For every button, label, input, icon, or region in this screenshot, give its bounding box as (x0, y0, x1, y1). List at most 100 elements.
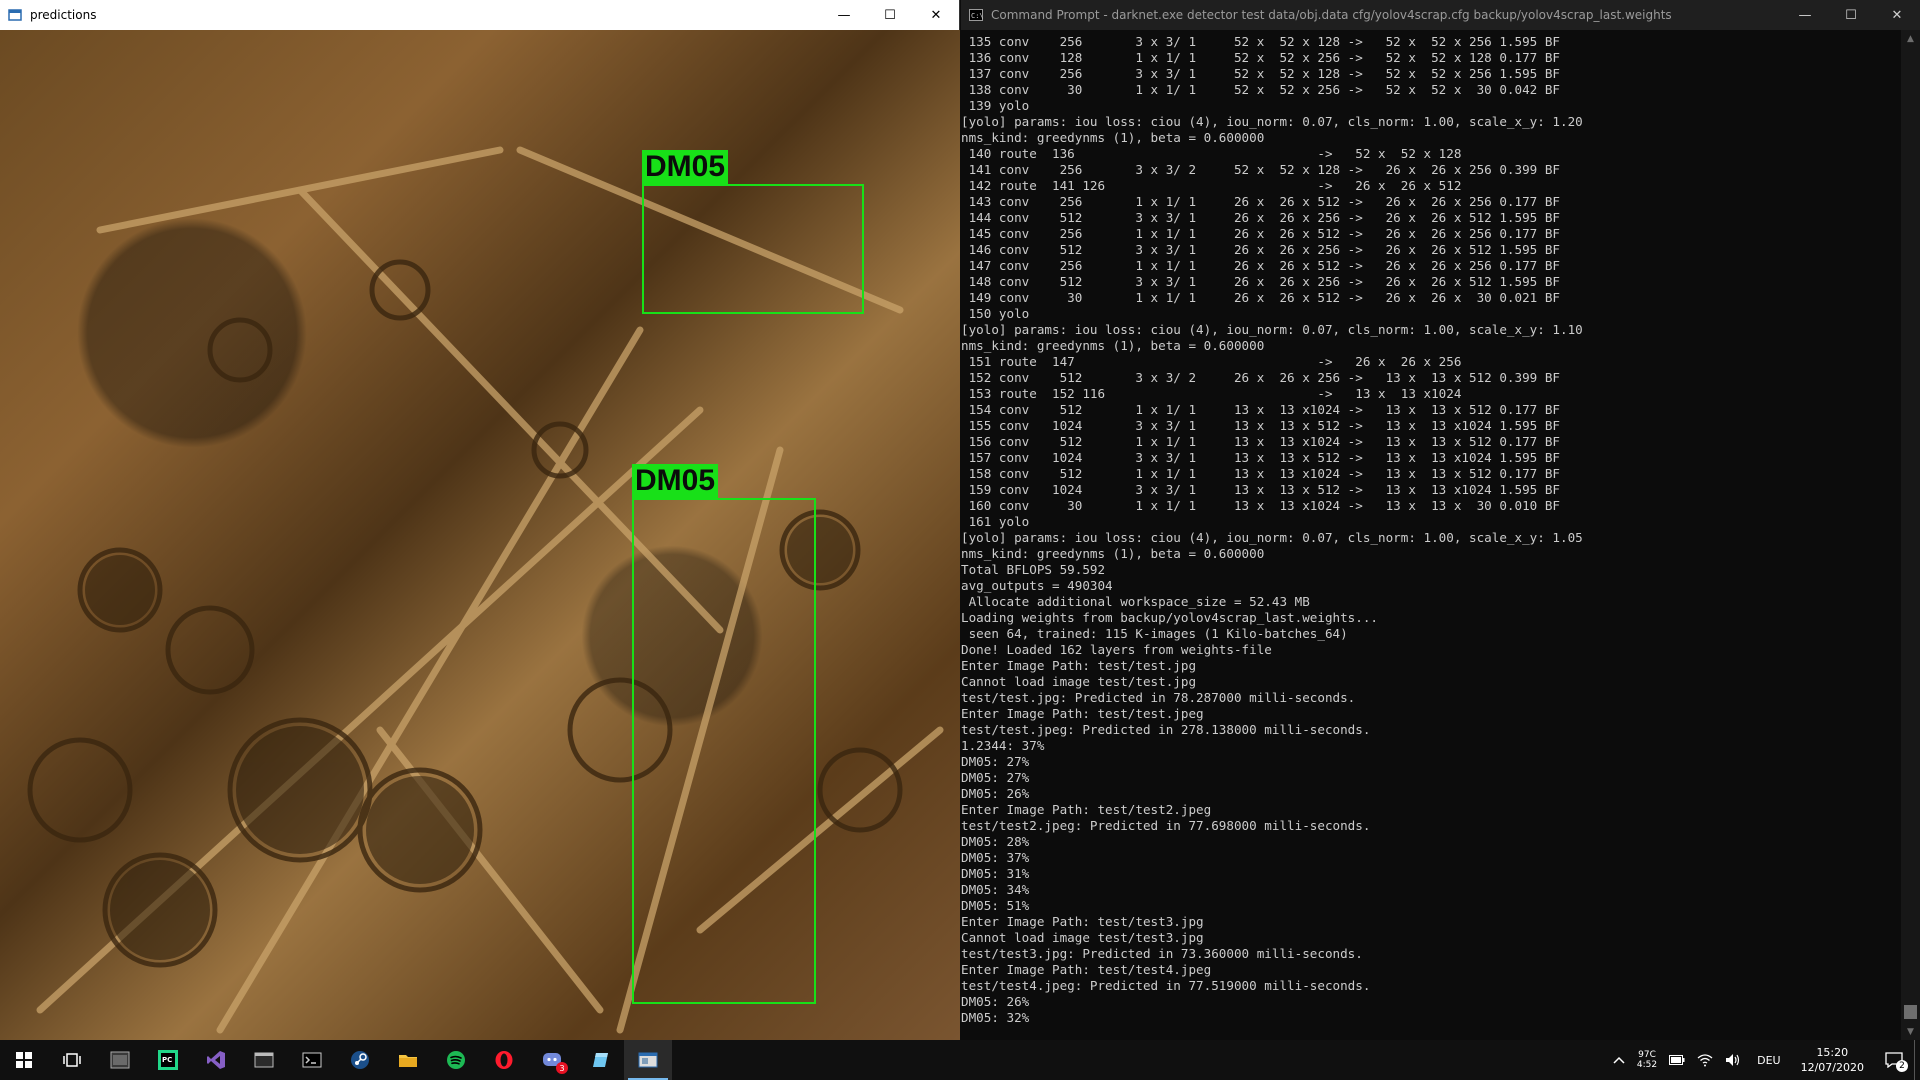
predictions-window-icon[interactable] (624, 1040, 672, 1080)
console-line: Enter Image Path: test/test3.jpg (961, 914, 1204, 929)
console-line: Enter Image Path: test/test.jpg (961, 658, 1197, 673)
console-line: DM05: 26% (961, 786, 1030, 801)
console-line: DM05: 37% (961, 850, 1030, 865)
console-line: [yolo] params: iou loss: ciou (4), iou_n… (961, 114, 1583, 129)
console-line: 1.2344: 37% (961, 738, 1045, 753)
detection-box (642, 184, 864, 314)
task-view-icon[interactable] (48, 1040, 96, 1080)
console-line: seen 64, trained: 115 K-images (1 Kilo-b… (961, 626, 1348, 641)
console-line: DM05: 32% (961, 1010, 1030, 1025)
language-indicator[interactable]: DEU (1747, 1040, 1790, 1080)
console-line: nms_kind: greedynms (1), beta = 0.600000 (961, 546, 1265, 561)
console-line: DM05: 26% (961, 994, 1030, 1009)
console-line: nms_kind: greedynms (1), beta = 0.600000 (961, 130, 1265, 145)
volume-icon[interactable] (1719, 1040, 1747, 1080)
terminal-icon[interactable] (288, 1040, 336, 1080)
console-line: 139 yolo (961, 98, 1030, 113)
scroll-down-arrow-icon[interactable]: ▼ (1901, 1023, 1920, 1040)
console-line: 161 yolo (961, 514, 1030, 529)
console-line: [yolo] params: iou loss: ciou (4), iou_n… (961, 530, 1583, 545)
notification-center-icon[interactable]: 2 (1874, 1040, 1914, 1080)
console-line: test/test3.jpg: Predicted in 73.360000 m… (961, 946, 1363, 961)
battery-icon[interactable] (1663, 1040, 1691, 1080)
detection-label: DM05 (632, 464, 719, 498)
cpu-temp-bottom: 4:52 (1636, 1060, 1658, 1070)
console-line: [yolo] params: iou loss: ciou (4), iou_n… (961, 322, 1583, 337)
file-explorer-icon[interactable] (384, 1040, 432, 1080)
console-line: DM05: 27% (961, 754, 1030, 769)
clock-date: 12/07/2020 (1800, 1061, 1864, 1074)
console-line: 135 conv 256 3 x 3/ 1 52 x 52 x 128 -> 5… (961, 34, 1560, 49)
visual-studio-icon[interactable] (192, 1040, 240, 1080)
console-line: test/test.jpg: Predicted in 78.287000 mi… (961, 690, 1356, 705)
console-line: DM05: 31% (961, 866, 1030, 881)
network-icon[interactable] (1691, 1040, 1719, 1080)
clock[interactable]: 15:20 12/07/2020 (1791, 1045, 1874, 1075)
close-button[interactable]: ✕ (913, 0, 959, 30)
command-prompt-window[interactable]: C:\ Command Prompt - darknet.exe detecto… (961, 0, 1920, 1040)
console-line: 148 conv 512 3 x 3/ 1 26 x 26 x 256 -> 2… (961, 274, 1560, 289)
console-line: 150 yolo (961, 306, 1030, 321)
console-line: 136 conv 128 1 x 1/ 1 52 x 52 x 256 -> 5… (961, 50, 1560, 65)
predictions-window[interactable]: predictions — ☐ ✕ DM05 DM05 (0, 0, 960, 1040)
console-icon: C:\ (969, 9, 983, 21)
minimize-button[interactable]: — (821, 0, 867, 30)
console-line: 145 conv 256 1 x 1/ 1 26 x 26 x 512 -> 2… (961, 226, 1560, 241)
console-line: 144 conv 512 3 x 3/ 1 26 x 26 x 256 -> 2… (961, 210, 1560, 225)
opera-icon[interactable] (480, 1040, 528, 1080)
minimize-button[interactable]: — (1782, 0, 1828, 30)
console-line: DM05: 27% (961, 770, 1030, 785)
console-line: 151 route 147 -> 26 x 26 x 256 (961, 354, 1462, 369)
show-desktop-button[interactable] (1914, 1040, 1920, 1080)
cpu-temp-top: 97C (1638, 1050, 1656, 1060)
console-line: Cannot load image test/test.jpg (961, 674, 1197, 689)
cpu-monitor[interactable]: 97C 4:52 (1631, 1040, 1663, 1080)
console-line: Cannot load image test/test3.jpg (961, 930, 1204, 945)
console-line: 158 conv 512 1 x 1/ 1 13 x 13 x1024 -> 1… (961, 466, 1560, 481)
console-line: Loading weights from backup/yolov4scrap_… (961, 610, 1379, 625)
scrollbar[interactable]: ▲ ▼ (1901, 30, 1920, 1040)
prediction-image: DM05 DM05 (0, 30, 960, 1040)
console-line: 155 conv 1024 3 x 3/ 1 13 x 13 x 512 -> … (961, 418, 1560, 433)
console-line: Done! Loaded 162 layers from weights-fil… (961, 642, 1272, 657)
maximize-button[interactable]: ☐ (1828, 0, 1874, 30)
notes-icon[interactable] (576, 1040, 624, 1080)
predictions-titlebar[interactable]: predictions — ☐ ✕ (0, 0, 959, 30)
console-line: 149 conv 30 1 x 1/ 1 26 x 26 x 512 -> 26… (961, 290, 1560, 305)
scrap-metal-texture (27, 146, 944, 1034)
detection-label: DM05 (642, 150, 729, 184)
spotify-icon[interactable] (432, 1040, 480, 1080)
pycharm-icon[interactable]: PC (144, 1040, 192, 1080)
explorer-window-icon[interactable] (240, 1040, 288, 1080)
console-output[interactable]: 135 conv 256 3 x 3/ 1 52 x 52 x 128 -> 5… (961, 30, 1901, 1040)
console-line: 137 conv 256 3 x 3/ 1 52 x 52 x 128 -> 5… (961, 66, 1560, 81)
close-button[interactable]: ✕ (1874, 0, 1920, 30)
window-title: Command Prompt - darknet.exe detector te… (991, 8, 1672, 22)
console-line: nms_kind: greedynms (1), beta = 0.600000 (961, 338, 1265, 353)
console-line: 152 conv 512 3 x 3/ 2 26 x 26 x 256 -> 1… (961, 370, 1560, 385)
discord-icon[interactable]: 3 (528, 1040, 576, 1080)
console-line: Allocate additional workspace_size = 52.… (961, 594, 1310, 609)
maximize-button[interactable]: ☐ (867, 0, 913, 30)
console-line: DM05: 51% (961, 898, 1030, 913)
clock-time: 15:20 (1816, 1046, 1849, 1059)
svg-text:C:\: C:\ (971, 12, 983, 20)
command-prompt-titlebar[interactable]: C:\ Command Prompt - darknet.exe detecto… (961, 0, 1920, 30)
console-line: DM05: 28% (961, 834, 1030, 849)
console-line: 153 route 152 116 -> 13 x 13 x1024 (961, 386, 1462, 401)
scroll-up-arrow-icon[interactable]: ▲ (1901, 30, 1920, 47)
tray-overflow-chevron-icon[interactable] (1607, 1040, 1631, 1080)
console-line: 157 conv 1024 3 x 3/ 1 13 x 13 x 512 -> … (961, 450, 1560, 465)
console-line: 140 route 136 -> 52 x 52 x 128 (961, 146, 1462, 161)
console-line: test/test4.jpeg: Predicted in 77.519000 … (961, 978, 1371, 993)
console-line: Enter Image Path: test/test4.jpeg (961, 962, 1212, 977)
steam-icon[interactable] (336, 1040, 384, 1080)
console-line: 141 conv 256 3 x 3/ 2 52 x 52 x 128 -> 2… (961, 162, 1560, 177)
detection-box (632, 498, 816, 1004)
scrollbar-thumb[interactable] (1904, 1005, 1917, 1019)
window-icon (8, 9, 22, 21)
start-icon[interactable] (0, 1040, 48, 1080)
app-window-icon[interactable] (96, 1040, 144, 1080)
console-line: 138 conv 30 1 x 1/ 1 52 x 52 x 256 -> 52… (961, 82, 1560, 97)
console-line: test/test2.jpeg: Predicted in 77.698000 … (961, 818, 1371, 833)
